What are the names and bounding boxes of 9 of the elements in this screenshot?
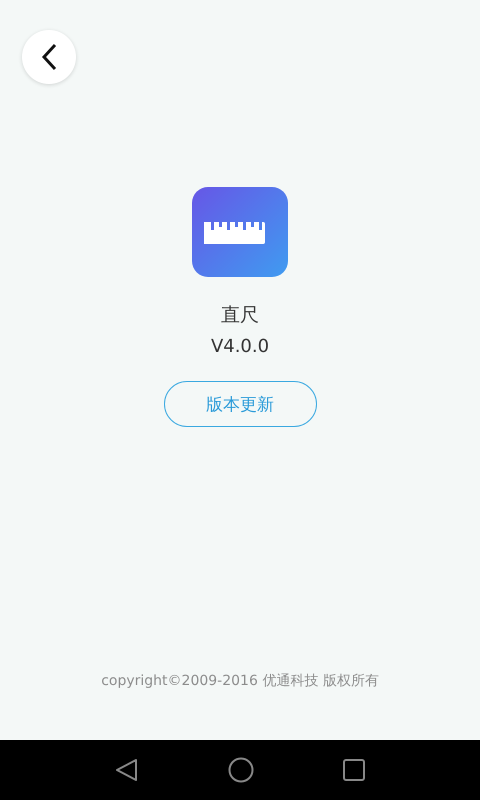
back-icon <box>41 43 57 71</box>
app-version: V4.0.0 <box>210 335 270 359</box>
update-button[interactable]: 版本更新 <box>164 381 316 427</box>
app-name: 直尺 <box>221 303 259 327</box>
home-nav-icon[interactable] <box>228 757 254 783</box>
back-button[interactable] <box>22 30 76 84</box>
back-nav-icon[interactable] <box>114 758 139 782</box>
recents-nav-icon[interactable] <box>343 759 366 781</box>
copyright-text: copyright©2009-2016 优通科技 版权所有 <box>101 672 379 690</box>
